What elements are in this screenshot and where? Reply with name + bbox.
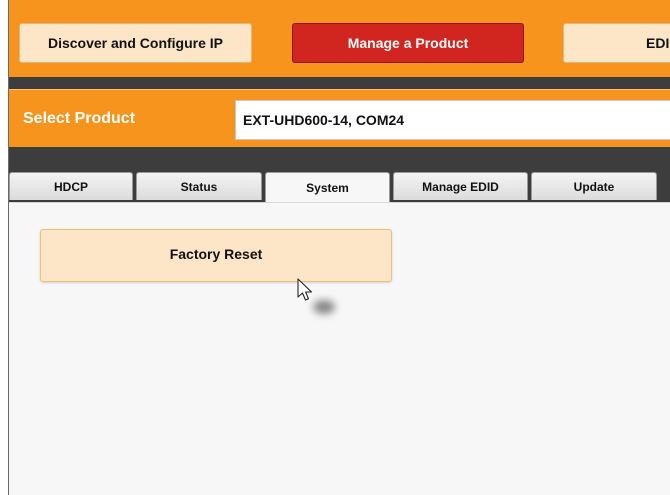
edid-button[interactable]: EDI bbox=[563, 23, 670, 63]
top-nav-bar: Discover and Configure IP Manage a Produ… bbox=[9, 0, 670, 77]
tab-update[interactable]: Update bbox=[531, 172, 657, 200]
tab-system[interactable]: System bbox=[265, 172, 390, 202]
discover-configure-ip-button[interactable]: Discover and Configure IP bbox=[19, 23, 252, 63]
system-panel: Factory Reset bbox=[9, 202, 670, 495]
product-select-field[interactable]: EXT-UHD600-14, COM24 bbox=[235, 100, 670, 140]
separator-band bbox=[9, 77, 670, 89]
app-window: Discover and Configure IP Manage a Produ… bbox=[8, 0, 670, 495]
tab-bar: HDCP Status System Manage EDID Update bbox=[9, 172, 670, 202]
select-product-label: Select Product bbox=[23, 110, 136, 127]
tab-hdcp[interactable]: HDCP bbox=[9, 172, 133, 200]
pointer-cursor-icon bbox=[297, 278, 313, 301]
cursor-overlay bbox=[297, 278, 337, 318]
factory-reset-button[interactable]: Factory Reset bbox=[40, 229, 392, 282]
tab-manage-edid[interactable]: Manage EDID bbox=[393, 172, 528, 200]
select-product-bar: Select Product EXT-UHD600-14, COM24 bbox=[9, 89, 670, 147]
manage-product-button[interactable]: Manage a Product bbox=[292, 23, 524, 63]
separator-band-2 bbox=[9, 147, 670, 172]
tab-status[interactable]: Status bbox=[136, 172, 262, 200]
